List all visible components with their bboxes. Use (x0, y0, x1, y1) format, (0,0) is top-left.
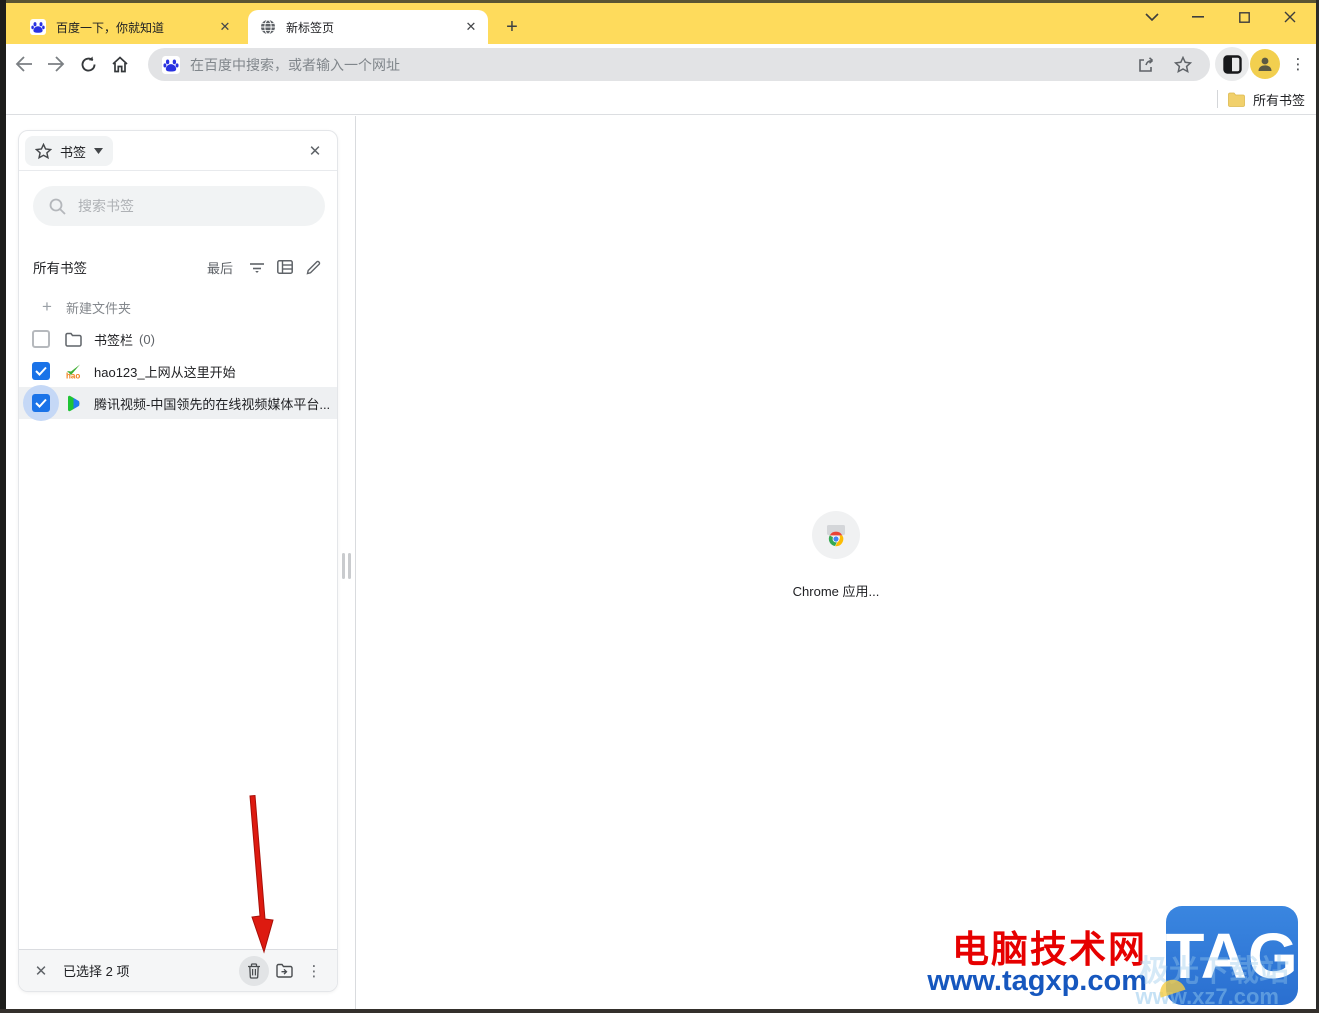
window-controls (1129, 3, 1313, 33)
bookmarks-section-header: 所有书签 最后 (33, 253, 325, 281)
side-panel-header: 书签 ✕ (19, 131, 337, 171)
sort-order-icon[interactable] (245, 255, 269, 279)
hao123-favicon-icon: hao (66, 364, 80, 380)
plus-icon: + (42, 297, 52, 316)
svg-text:hao: hao (66, 371, 80, 380)
bookmark-star-icon[interactable] (1168, 50, 1198, 80)
chrome-apps-shortcut[interactable]: Chrome 应用... (781, 511, 891, 600)
view-mode-icon[interactable] (273, 255, 297, 279)
minimize-button[interactable] (1175, 3, 1221, 31)
profile-avatar[interactable] (1250, 49, 1280, 79)
section-title: 所有书签 (33, 261, 87, 276)
tencent-video-favicon-icon (68, 395, 80, 411)
home-button[interactable] (104, 48, 136, 80)
bookmarks-side-panel: 书签 ✕ 搜索书签 所有书签 最后 + 新建文件夹 书签栏 (0) hao ha… (18, 130, 338, 992)
selection-action-bar: ✕ 已选择 2 项 ⋮ (19, 949, 337, 991)
bookmark-row-tencent-video[interactable]: 腾讯视频-中国领先的在线视频媒体平台... (19, 385, 337, 421)
row-checkbox-checked[interactable] (32, 362, 50, 380)
new-folder-label: 新建文件夹 (66, 300, 132, 316)
search-icon (49, 198, 66, 215)
tab-new-tab-page[interactable]: 新标签页 ✕ (248, 10, 488, 44)
tab-close-icon[interactable]: ✕ (216, 18, 234, 36)
globe-favicon-icon (261, 19, 275, 35)
tab-title: 百度一下，你就知道 (56, 20, 165, 35)
maximize-button[interactable] (1221, 3, 1267, 31)
selection-count-label: 已选择 2 项 (63, 964, 130, 979)
all-bookmarks-label: 所有书签 (1252, 92, 1305, 108)
bookmark-label: 腾讯视频-中国领先的在线视频媒体平台... (94, 396, 331, 412)
window-edge-left (0, 0, 6, 1013)
baidu-favicon-icon (30, 19, 46, 35)
yellow-folder-icon (1228, 92, 1245, 107)
baidu-favicon-icon (162, 55, 180, 74)
row-checkbox-unchecked[interactable] (32, 330, 50, 348)
side-panel-border (355, 116, 356, 1013)
sort-label[interactable]: 最后 (207, 258, 233, 277)
panel-title: 书签 (60, 144, 87, 160)
new-folder-button[interactable]: + 新建文件夹 (19, 291, 337, 323)
forward-button[interactable] (40, 48, 72, 80)
row-checkbox-checked[interactable] (32, 394, 50, 412)
bookmark-label: 书签栏 (94, 332, 134, 348)
all-bookmarks-button[interactable]: 所有书签 (1216, 84, 1305, 114)
window-edge-top (0, 0, 1319, 3)
close-panel-icon[interactable]: ✕ (301, 137, 329, 165)
window-edge-bottom (0, 1009, 1319, 1013)
browser-window: 百度一下，你就知道 ✕ 新标签页 ✕ + 在百度中搜索，或者输入一个网址 ⋮ 所… (0, 0, 1319, 1013)
new-tab-button[interactable]: + (498, 13, 526, 41)
more-actions-icon[interactable]: ⋮ (299, 956, 329, 986)
bookmark-row-bookmarks-bar[interactable]: 书签栏 (0) (19, 323, 337, 355)
bookmark-label: hao123_上网从这里开始 (94, 364, 236, 380)
tab-search-chevron-icon[interactable] (1129, 3, 1175, 31)
search-placeholder: 搜索书签 (78, 198, 134, 214)
bookmarks-list: + 新建文件夹 书签栏 (0) hao hao123_上网从这里开始 腾讯视频-… (19, 291, 337, 421)
folder-outline-icon (65, 332, 82, 347)
chrome-apps-icon (812, 511, 860, 559)
watermark-site-url: www.tagxp.com (927, 965, 1147, 997)
reload-button[interactable] (72, 48, 104, 80)
close-window-button[interactable] (1267, 3, 1313, 31)
address-bar[interactable]: 在百度中搜索，或者输入一个网址 (148, 48, 1210, 81)
title-bar: 百度一下，你就知道 ✕ 新标签页 ✕ + (0, 0, 1319, 44)
chrome-apps-label: Chrome 应用... (792, 584, 880, 599)
clear-selection-icon[interactable]: ✕ (27, 957, 55, 985)
bookmarks-bar: 所有书签 (0, 84, 1319, 115)
bookmark-row-hao123[interactable]: hao hao123_上网从这里开始 (19, 355, 337, 387)
content-area: 书签 ✕ 搜索书签 所有书签 最后 + 新建文件夹 书签栏 (0) hao ha… (0, 116, 1319, 1013)
panel-resize-handle[interactable] (342, 553, 351, 579)
chevron-down-icon (94, 148, 104, 154)
watermark-faint-url: www.xz7.com (1135, 984, 1279, 1009)
search-bookmarks-input[interactable]: 搜索书签 (33, 186, 325, 226)
browser-menu-icon[interactable]: ⋮ (1286, 48, 1310, 80)
address-bar-placeholder: 在百度中搜索，或者输入一个网址 (190, 56, 400, 73)
tab-baidu[interactable]: 百度一下，你就知道 ✕ (18, 10, 242, 44)
share-icon[interactable] (1132, 50, 1162, 80)
navigation-toolbar: 在百度中搜索，或者输入一个网址 ⋮ (0, 44, 1319, 84)
tab-close-icon[interactable]: ✕ (462, 18, 480, 36)
back-button[interactable] (8, 48, 40, 80)
annotation-arrow (249, 794, 274, 954)
bookmarks-bar-divider (1216, 90, 1218, 108)
star-icon (35, 142, 52, 159)
edit-pencil-icon[interactable] (301, 255, 325, 279)
bookmark-count: (0) (139, 331, 155, 347)
side-panel-toggle-button[interactable] (1215, 47, 1249, 81)
tab-title: 新标签页 (286, 20, 335, 35)
panel-type-dropdown[interactable]: 书签 (25, 136, 114, 166)
